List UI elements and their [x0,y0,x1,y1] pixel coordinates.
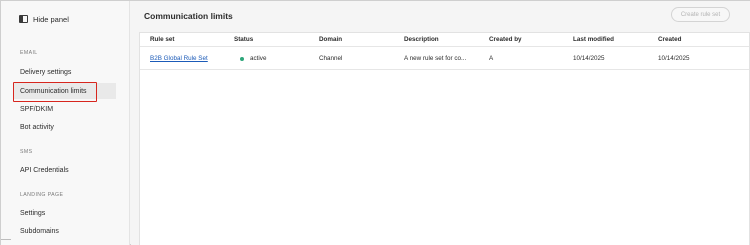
description-cell: A new rule set for co... [404,55,467,62]
column-header-status[interactable]: Status [234,36,253,43]
hide-panel-label: Hide panel [33,14,69,24]
sidebar-item-label: Communication limits [20,87,87,95]
created-cell: 10/14/2025 [658,55,690,62]
status-active-dot-icon [240,57,244,61]
main-panel: Communication limits Create rule set Rul… [131,1,750,245]
table-row[interactable]: B2B Global Rule Set active Channel A new… [140,48,749,70]
rule-set-link[interactable]: B2B Global Rule Set [150,55,208,62]
column-header-created[interactable]: Created [658,36,681,43]
sidebar-item-spf-dkim[interactable]: SPF/DKIM [13,101,116,117]
sidebar-item-settings[interactable]: Settings [13,205,116,221]
hide-panel-button[interactable]: Hide panel [19,12,69,26]
sidebar-item-label: Subdomains [20,227,59,235]
created-by-cell: A [489,55,494,62]
page-title: Communication limits [144,11,233,21]
sidebar-item-label: API Credentials [20,166,69,174]
app-frame: Hide panel EMAIL Delivery settings Commu… [0,0,750,245]
sidebar-item-delivery-settings[interactable]: Delivery settings [13,64,116,80]
column-header-last-modified[interactable]: Last modified [573,36,614,43]
column-header-rule-set[interactable]: Rule set [150,36,175,43]
sidebar-item-label: SPF/DKIM [20,105,54,113]
column-header-description[interactable]: Description [404,36,439,43]
sidebar-item-label: Settings [20,209,46,217]
section-heading-sms: SMS [20,149,33,155]
column-header-created-by[interactable]: Created by [489,36,522,43]
sidebar-item-subdomains[interactable]: Subdomains [13,223,116,239]
sidebar-item-label: Bot activity [20,123,54,131]
sidebar-item-label: Delivery settings [20,68,72,76]
table-header: Rule set Status Domain Description Creat… [140,33,749,47]
domain-cell: Channel [319,55,343,62]
column-header-domain[interactable]: Domain [319,36,342,43]
scroll-indicator [1,239,11,240]
sidebar: Hide panel EMAIL Delivery settings Commu… [1,1,130,245]
last-modified-cell: 10/14/2025 [573,55,605,62]
sidebar-item-bot-activity[interactable]: Bot activity [13,119,116,135]
sidebar-item-communication-limits[interactable]: Communication limits [13,82,116,102]
create-rule-set-button[interactable]: Create rule set [671,7,730,22]
panel-toggle-icon [19,15,28,23]
status-label: active [250,55,267,62]
section-heading-landing-page: LANDING PAGE [20,192,64,198]
rule-set-table: Rule set Status Domain Description Creat… [139,32,750,245]
sidebar-item-api-credentials[interactable]: API Credentials [13,162,116,178]
section-heading-email: EMAIL [20,50,38,56]
